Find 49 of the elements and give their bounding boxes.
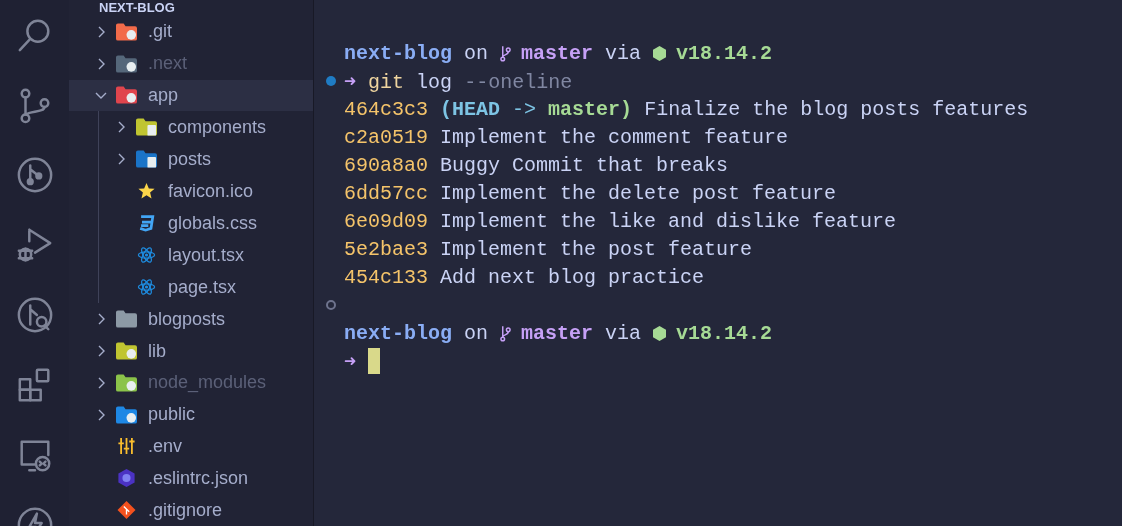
hexagon-icon [116,469,137,488]
tree-item[interactable]: .git [69,16,313,48]
prompt-branch: master [521,321,594,345]
git-graph-icon[interactable] [15,156,54,194]
git-lens-icon[interactable] [15,296,54,334]
log-line: 454c133 Add next blog practice [344,265,705,289]
explorer-title: NEXT-BLOG [98,0,176,16]
prompt-directory: next-blog [344,41,453,65]
log-line: 6e09d09 Implement the like and dislike feature [344,209,897,233]
hexagon-icon [653,325,667,341]
log-line: 5e2bae3 Implement the post feature [344,237,753,261]
git-diamond-icon [116,501,137,520]
tree-item[interactable]: .gitignore [69,494,313,526]
tree-item[interactable]: public [69,398,313,431]
log-line: c2a0519 Implement the comment feature [344,125,789,149]
react-icon [136,278,157,297]
log-line: 690a8a0 Buggy Commit that breaks [344,153,729,177]
tree-item[interactable]: blogposts [69,303,313,336]
branch-icon [500,323,512,343]
prompt-word: via [605,321,642,345]
prompt-word: on [464,321,489,345]
command-status-dot[interactable] [326,76,336,86]
prompt-word: via [605,41,642,65]
hexagon-icon [653,45,667,61]
tree-item[interactable]: layout.tsx [99,239,313,272]
tree-item[interactable]: .eslintrc.json [69,462,313,495]
tree-item[interactable]: .env [69,430,313,463]
prompt-directory: next-blog [344,321,453,345]
run-debug-icon[interactable] [15,226,54,264]
prompt-version: v18.14.2 [676,41,773,65]
tree-item[interactable]: favicon.ico [99,175,313,208]
prompt-branch: master [521,41,594,65]
tree-item[interactable]: components [99,111,313,144]
react-icon [136,246,157,265]
tree-item[interactable]: page.tsx [99,271,313,304]
log-line: 464c3c3 (HEAD -> master) Finalize the blog posts features [344,97,1029,121]
prompt-arrow: ➜ [344,349,357,373]
branch-icon [500,43,512,63]
sliders-icon [116,437,137,456]
command-line: ➜ git log --oneline [344,68,573,94]
command-status-circle[interactable] [326,300,336,310]
tree-item[interactable]: globals.css [99,207,313,240]
tree-item[interactable]: posts [99,143,313,176]
star-icon [136,182,157,201]
prompt-word: on [464,41,489,65]
prompt-version: v18.14.2 [676,321,773,345]
tree-item[interactable]: lib [69,335,313,367]
tree-item[interactable]: app [69,79,313,112]
log-line: 6dd57cc Implement the delete post feature [344,181,837,205]
